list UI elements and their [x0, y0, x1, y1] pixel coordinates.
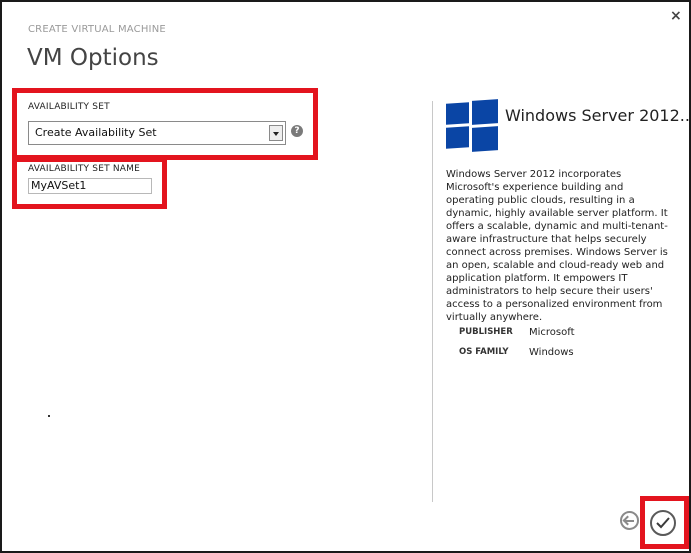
page-title: VM Options — [27, 45, 159, 71]
back-button[interactable] — [620, 511, 639, 530]
image-description: Windows Server 2012 incorporates Microso… — [446, 169, 668, 323]
dialog-subtitle: CREATE VIRTUAL MACHINE — [28, 24, 166, 35]
chevron-down-icon[interactable] — [269, 125, 283, 141]
availability-set-select[interactable]: Create Availability Set — [28, 121, 286, 145]
checkmark-icon — [656, 517, 670, 529]
panel-divider — [432, 101, 433, 502]
detail-value-os-family: Windows — [529, 347, 574, 358]
dialog-frame: × CREATE VIRTUAL MACHINE VM Options AVAI… — [0, 0, 691, 553]
image-name: Windows Server 2012... — [505, 106, 691, 125]
availability-set-name-input[interactable]: MyAVSet1 — [28, 178, 152, 194]
stray-dot — [48, 415, 50, 417]
availability-set-selected-value: Create Availability Set — [35, 126, 157, 139]
detail-key-os-family: OS FAMILY — [459, 347, 509, 357]
close-icon[interactable]: × — [670, 8, 682, 24]
detail-key-publisher: PUBLISHER — [459, 327, 513, 337]
help-icon[interactable]: ? — [291, 125, 303, 137]
complete-button[interactable] — [650, 510, 676, 536]
windows-logo-icon — [446, 99, 498, 152]
detail-value-publisher: Microsoft — [529, 327, 575, 338]
availability-set-name-label: AVAILABILITY SET NAME — [28, 164, 141, 174]
availability-set-label: AVAILABILITY SET — [28, 102, 110, 112]
